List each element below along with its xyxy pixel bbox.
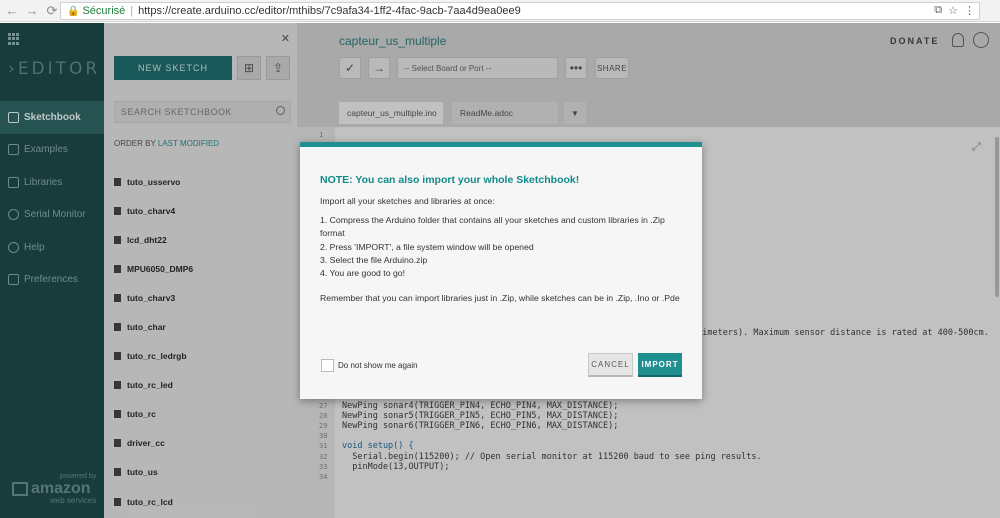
dialog-step: 3. Select the file Arduino.zip bbox=[320, 254, 428, 265]
translate-icon[interactable]: ⧉ bbox=[934, 4, 942, 17]
do-not-show-row[interactable]: Do not show me again bbox=[321, 359, 418, 372]
dialog-intro: Import all your sketches and libraries a… bbox=[320, 196, 495, 206]
dialog-step: 1. Compress the Arduino folder that cont… bbox=[320, 215, 665, 239]
browser-toolbar: ← → ⟳ 🔒 Sécurisé | https://create.arduin… bbox=[0, 0, 1000, 22]
address-bar-icons: ⧉ ☆ ⋮ bbox=[934, 4, 975, 17]
do-not-show-checkbox[interactable] bbox=[321, 359, 334, 372]
dialog-body: Import all your sketches and libraries a… bbox=[320, 195, 682, 311]
dialog-step: 2. Press 'IMPORT', a file system window … bbox=[320, 241, 534, 252]
import-button[interactable]: IMPORT bbox=[638, 353, 682, 377]
reload-icon[interactable]: ⟳ bbox=[44, 3, 60, 19]
secure-label: Sécurisé bbox=[82, 5, 126, 17]
back-icon[interactable]: ← bbox=[4, 3, 20, 19]
url-text[interactable]: https://create.arduino.cc/editor/mthibs/… bbox=[138, 5, 521, 17]
address-bar[interactable]: 🔒 Sécurisé | https://create.arduino.cc/e… bbox=[60, 2, 980, 20]
dialog-steps: 1. Compress the Arduino folder that cont… bbox=[320, 214, 682, 280]
dialog-step: 4. You are good to go! bbox=[320, 268, 406, 279]
dialog-remember: Remember that you can import libraries j… bbox=[320, 293, 680, 304]
import-sketchbook-dialog: NOTE: You can also import your whole Ske… bbox=[300, 142, 702, 399]
cancel-button[interactable]: CANCEL bbox=[588, 353, 633, 377]
star-icon[interactable]: ☆ bbox=[948, 4, 958, 17]
lock-icon: 🔒 bbox=[67, 5, 80, 17]
url-separator: | bbox=[130, 5, 134, 17]
menu-icon[interactable]: ⋮ bbox=[964, 4, 975, 17]
forward-icon[interactable]: → bbox=[24, 3, 40, 19]
checkbox-label: Do not show me again bbox=[338, 361, 418, 370]
dialog-title: NOTE: You can also import your whole Ske… bbox=[320, 174, 580, 186]
